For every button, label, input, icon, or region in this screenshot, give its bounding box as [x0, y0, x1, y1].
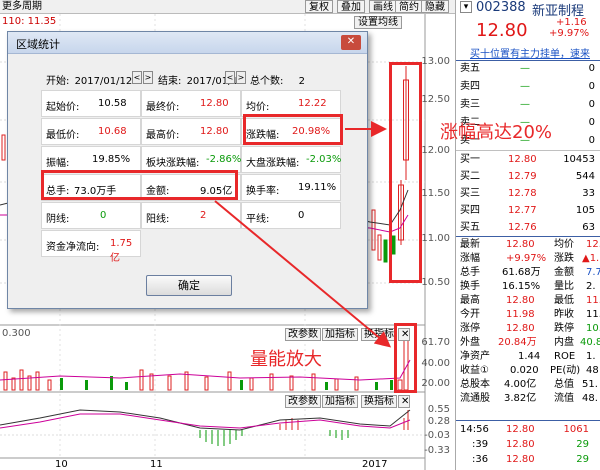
- trade-row: 14:56 12.80 1061: [460, 424, 589, 435]
- stat-row: 最新12.80均价12.: [460, 239, 600, 250]
- buy-row-3: 买三 12.78 33: [460, 188, 595, 199]
- quote-panel: ▾ 002388 新亚制程 12.80 +1.16 +9.97% 买十位置有主力…: [455, 0, 600, 470]
- sell-row-5: 卖五 —0: [460, 63, 595, 74]
- stock-price: 12.80: [476, 20, 528, 41]
- stat-row: 净资产 1.44 ROE 1.: [460, 351, 596, 362]
- stat-row: 换手 16.15% 量比 2.: [460, 281, 596, 292]
- buy-row-4: 买四 12.77 105: [460, 205, 595, 216]
- stat-row: 今开11.98昨收11.: [460, 309, 600, 320]
- gain-annotation: 涨幅高达20%: [440, 122, 553, 143]
- buy-row-5: 买五 12.76 63: [460, 222, 595, 233]
- notice-link[interactable]: 买十位置有主力挂单，速来: [470, 45, 590, 60]
- stock-change-pct: +9.97%: [549, 28, 590, 39]
- trade-row: :36 12.80 29: [472, 454, 589, 465]
- stat-row: 外盘 20.84万 内盘 40.8: [460, 337, 600, 348]
- buy-row-2: 买二 12.79 544: [460, 171, 595, 182]
- stat-row: 流通股 3.82亿 流值 48.: [460, 393, 598, 404]
- stat-row: 涨停12.80跌停10.: [460, 323, 600, 334]
- stat-row: 收益① 0.020 PE(动) 48: [460, 365, 599, 376]
- sell-row-4: 卖四 —0: [460, 81, 595, 92]
- stock-change: +1.16: [556, 17, 587, 28]
- stat-row: 总股本 4.00亿 总值 51.: [460, 379, 598, 390]
- volume-annotation: 量能放大: [250, 349, 322, 370]
- trade-row: :39 12.80 29: [472, 439, 589, 450]
- annotation-arrows: [214, 121, 392, 348]
- stat-row: 涨幅 +9.97% 涨跌 ▲1.: [460, 253, 600, 264]
- stat-row: 最高12.80最低11.: [460, 295, 600, 306]
- chevron-down-icon[interactable]: ▾: [460, 1, 472, 13]
- buy-row-1: 买一 12.80 10453: [460, 154, 595, 165]
- stat-row: 总手 61.68万 金额 7.7: [460, 267, 600, 278]
- stock-code: 002388: [476, 0, 526, 15]
- sell-row-3: 卖三 —0: [460, 99, 595, 110]
